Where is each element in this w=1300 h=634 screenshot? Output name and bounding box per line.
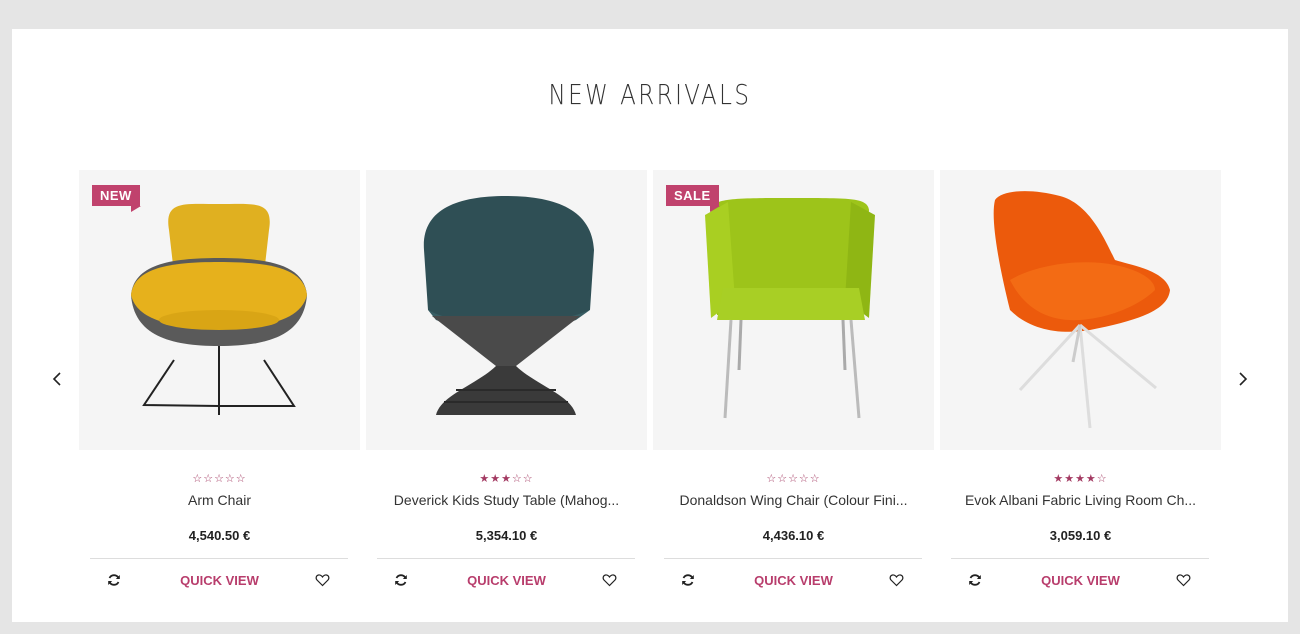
chevron-right-icon [1239,372,1248,386]
divider [664,558,922,559]
product-card: NEW ☆☆☆☆☆ Arm Chair 4,540.50 € QUICK VIE… [79,170,360,588]
product-image[interactable] [940,170,1221,450]
rating-stars: ☆☆☆☆☆ [192,473,247,485]
chair-image [993,191,1170,429]
product-price: 5,354.10 € [475,528,538,543]
heart-icon[interactable] [1176,573,1191,587]
product-card: SALE ☆☆☆☆☆ Donaldson Wing Chair (Colour … [653,170,934,588]
product-name[interactable]: Donaldson Wing Chair (Colour Fini... [653,492,934,508]
chair-image [705,198,875,419]
sale-badge: SALE [666,185,720,212]
product-image[interactable]: NEW [79,170,360,450]
product-price: 3,059.10 € [1049,528,1112,543]
product-name[interactable]: Arm Chair [79,492,360,508]
carousel-prev-button[interactable] [51,371,65,387]
product-name[interactable]: Evok Albani Fabric Living Room Ch... [940,492,1221,508]
divider [377,558,635,559]
product-card: ★★★★☆ Evok Albani Fabric Living Room Ch.… [940,170,1221,588]
chair-image [423,196,594,415]
product-card: ★★★☆☆ Deverick Kids Study Table (Mahog..… [366,170,647,588]
new-badge: NEW [92,185,141,212]
chair-image [131,203,307,415]
product-name[interactable]: Deverick Kids Study Table (Mahog... [366,492,647,508]
carousel-next-button[interactable] [1235,371,1249,387]
heart-icon[interactable] [315,573,330,587]
product-image[interactable] [366,170,647,450]
product-price: 4,540.50 € [188,528,251,543]
divider [90,558,348,559]
product-price: 4,436.10 € [762,528,825,543]
chevron-left-icon [52,372,61,386]
divider [951,558,1209,559]
heart-icon[interactable] [889,573,904,587]
rating-stars: ☆☆☆☆☆ [766,473,821,485]
rating-stars: ★★★★☆ [1053,473,1108,485]
section-title: NEW ARRIVALS [548,78,752,111]
heart-icon[interactable] [602,573,617,587]
product-image[interactable]: SALE [653,170,934,450]
rating-stars: ★★★☆☆ [479,473,534,485]
